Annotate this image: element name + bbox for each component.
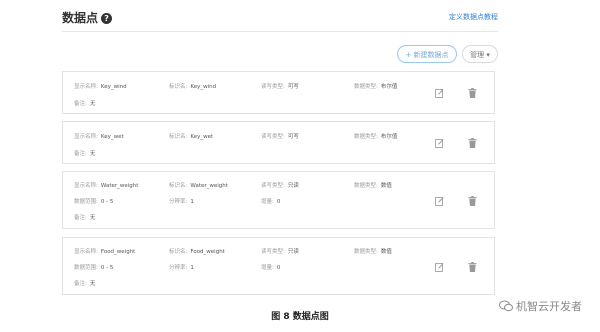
display-name-label: 显示名称: <box>74 134 98 140</box>
data-type-label: 数据类型: <box>354 84 378 90</box>
increment-field: 增量: 0 <box>261 263 280 271</box>
data-type-field: 数据类型: 数值 <box>354 181 392 189</box>
remark-field: 备注: 无 <box>74 279 95 287</box>
manage-dropdown-button[interactable]: 管理 ▾ <box>462 45 498 63</box>
identifier-label: 标识名: <box>169 249 188 255</box>
resolution-value: 1 <box>190 199 194 205</box>
header-divider <box>62 31 498 32</box>
identifier-field: 标识名: Water_weight <box>169 181 228 189</box>
data-type-label: 数据类型: <box>354 249 378 255</box>
identifier-value: Water_weight <box>190 183 228 189</box>
identifier-value: Key_wind <box>190 84 217 90</box>
remark-label: 备注: <box>74 151 87 157</box>
remark-label: 备注: <box>74 281 87 287</box>
rw-type-label: 读写类型: <box>261 84 285 90</box>
display-name-field: 显示名称: Food_weight <box>74 247 135 255</box>
datapoint-card: 显示名称: Key_wind 标识名: Key_wind 读写类型: 可写 数据类型:… <box>62 71 495 114</box>
increment-label: 增量: <box>261 265 274 271</box>
identifier-field: 标识名: Key_wind <box>169 82 216 90</box>
page-title-text: 数据点 <box>62 11 99 25</box>
datapoint-card: 显示名称: Water_weight 标识名: Water_weight 读写类型:… <box>62 171 495 229</box>
display-name-value: Key_wet <box>100 134 124 140</box>
resolution-field: 分辨率: 1 <box>169 197 194 205</box>
range-label: 数据范围: <box>74 199 98 205</box>
rw-type-value: 可写 <box>287 134 299 140</box>
edit-icon[interactable] <box>435 196 444 206</box>
datapoint-card: 显示名称: Food_weight 标识名: Food_weight 读写类型: 只读… <box>62 237 495 295</box>
identifier-value: Food_weight <box>190 249 225 255</box>
new-datapoint-button[interactable]: + 新建数据点 <box>397 45 457 63</box>
range-field: 数据范围: 0 - 5 <box>74 197 113 205</box>
identifier-field: 标识名: Food_weight <box>169 247 225 255</box>
identifier-label: 标识名: <box>169 183 188 189</box>
rw-type-field: 读写类型: 可写 <box>261 132 299 140</box>
remark-value: 无 <box>89 281 96 287</box>
remark-field: 备注: 无 <box>74 213 95 221</box>
identifier-label: 标识名: <box>169 134 188 140</box>
display-name-value: Water_weight <box>100 183 139 189</box>
data-type-label: 数据类型: <box>354 183 378 189</box>
range-field: 数据范围: 0 - 5 <box>74 263 113 271</box>
resolution-field: 分辨率: 1 <box>169 263 194 271</box>
rw-type-label: 读写类型: <box>261 249 285 255</box>
range-value: 0 - 5 <box>100 265 114 271</box>
remark-value: 无 <box>89 151 96 157</box>
remark-label: 备注: <box>74 101 87 107</box>
rw-type-label: 读写类型: <box>261 134 285 140</box>
data-type-field: 数据类型: 布尔值 <box>354 132 397 140</box>
identifier-label: 标识名: <box>169 84 188 90</box>
display-name-field: 显示名称: Water_weight <box>74 181 138 189</box>
data-type-field: 数据类型: 布尔值 <box>354 82 397 90</box>
question-circle-icon[interactable]: ? <box>101 13 113 24</box>
display-name-value: Food_weight <box>100 249 136 255</box>
increment-value: 0 <box>276 199 281 205</box>
data-type-value: 布尔值 <box>380 134 398 140</box>
figure-caption: 图 8 数据点图 <box>271 312 329 322</box>
data-type-value: 数值 <box>380 183 392 189</box>
edit-icon[interactable] <box>435 138 444 148</box>
rw-type-label: 读写类型: <box>261 183 285 189</box>
remark-field: 备注: 无 <box>74 149 95 157</box>
display-name-field: 显示名称: Key_wet <box>74 132 124 140</box>
resolution-label: 分辨率: <box>169 265 188 271</box>
remark-value: 无 <box>89 101 96 107</box>
page-title: 数据点? <box>62 9 113 27</box>
identifier-field: 标识名: Key_wet <box>169 132 213 140</box>
rw-type-field: 读写类型: 只读 <box>261 247 299 255</box>
rw-type-value: 可写 <box>287 84 299 90</box>
increment-label: 增量: <box>261 199 274 205</box>
increment-value: 0 <box>276 265 281 271</box>
identifier-value: Key_wet <box>190 134 214 140</box>
edit-icon[interactable] <box>435 262 444 272</box>
trash-icon[interactable] <box>468 262 477 272</box>
tutorial-link[interactable]: 定义数据点教程 <box>449 12 498 22</box>
rw-type-value: 只读 <box>287 183 299 189</box>
remark-field: 备注: 无 <box>74 99 95 107</box>
remark-label: 备注: <box>74 215 87 221</box>
display-name-field: 显示名称: Key_wind <box>74 82 127 90</box>
range-label: 数据范围: <box>74 265 98 271</box>
rw-type-field: 读写类型: 只读 <box>261 181 299 189</box>
datapoint-card: 显示名称: Key_wet 标识名: Key_wet 读写类型: 可写 数据类型: 布尔… <box>62 121 495 164</box>
remark-value: 无 <box>89 215 96 221</box>
display-name-label: 显示名称: <box>74 183 98 189</box>
increment-field: 增量: 0 <box>261 197 280 205</box>
resolution-value: 1 <box>190 265 194 271</box>
rw-type-value: 只读 <box>287 249 299 255</box>
resolution-label: 分辨率: <box>169 199 188 205</box>
rw-type-field: 读写类型: 可写 <box>261 82 299 90</box>
trash-icon[interactable] <box>468 196 477 206</box>
range-value: 0 - 5 <box>100 199 114 205</box>
edit-icon[interactable] <box>435 88 444 98</box>
trash-icon[interactable] <box>468 88 477 98</box>
data-type-label: 数据类型: <box>354 134 378 140</box>
display-name-label: 显示名称: <box>74 84 98 90</box>
page-header: 数据点? 定义数据点教程 <box>62 9 498 31</box>
trash-icon[interactable] <box>468 138 477 148</box>
data-type-value: 数值 <box>380 249 392 255</box>
data-type-value: 布尔值 <box>380 84 398 90</box>
display-name-label: 显示名称: <box>74 249 98 255</box>
data-type-field: 数据类型: 数值 <box>354 247 392 255</box>
display-name-value: Key_wind <box>100 84 127 90</box>
